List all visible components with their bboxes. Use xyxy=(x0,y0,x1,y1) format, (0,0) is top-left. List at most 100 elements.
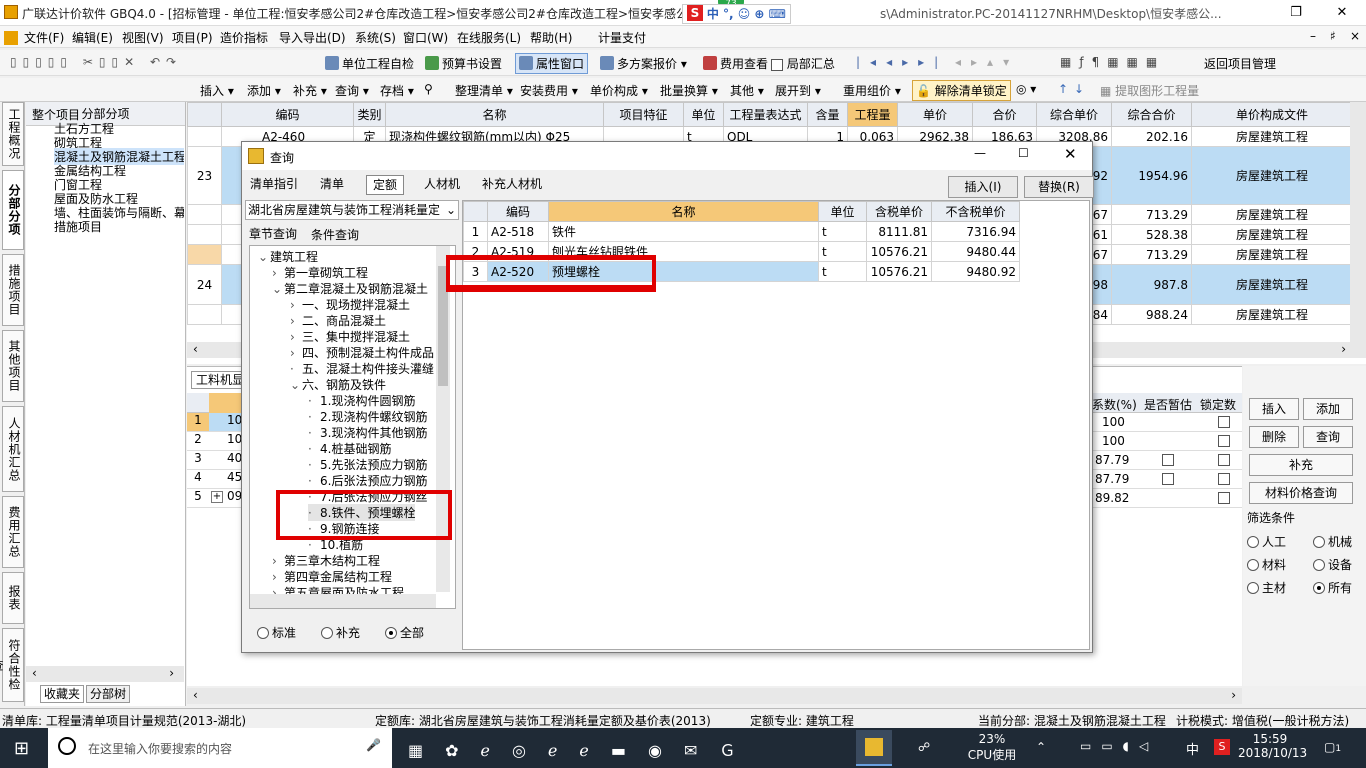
chevron-right-icon[interactable]: › xyxy=(272,570,284,584)
partial-summary-checkbox[interactable]: 局部汇总 xyxy=(771,55,835,72)
table-row[interactable]: 1 A2-518 铁件 t 8111.81 7316.94 xyxy=(463,221,1020,242)
up-down-arrows-icon[interactable]: ↑↓ xyxy=(1058,82,1090,96)
install-fee-menu[interactable]: 安装费用 ▾ xyxy=(520,82,578,99)
clock[interactable]: 15:59 2018/10/13 xyxy=(1238,732,1307,760)
tray-icons[interactable]: ▭▭◖◁ xyxy=(1080,739,1158,753)
filter-main-material-radio[interactable]: 主材 xyxy=(1247,579,1286,596)
back-to-project-button[interactable]: 返回项目管理 xyxy=(1204,55,1276,72)
tab-fee-summary[interactable]: 费用汇总 xyxy=(2,496,24,568)
menu-import-export[interactable]: 导入导出(D) xyxy=(279,29,346,46)
tab-favorites[interactable]: 收藏夹 xyxy=(40,685,85,703)
tab-compliance-check[interactable]: 符合性检查 xyxy=(0,628,24,702)
resource-add-button[interactable]: 添加 xyxy=(1303,398,1353,420)
tab-other-items[interactable]: 其他项目 xyxy=(2,330,24,402)
estimate-checkbox[interactable] xyxy=(1162,473,1174,485)
subtab-chapter-query[interactable]: 章节查询 xyxy=(249,225,297,242)
col-quota-unit[interactable]: 单位 xyxy=(818,201,867,222)
dialog-maximize-icon[interactable]: ☐ xyxy=(1018,146,1029,160)
filter-machine-radio[interactable]: 机械 xyxy=(1313,533,1352,550)
chapter-tree-item[interactable]: › 第四章金属结构工程 xyxy=(272,568,392,585)
tab-resource-display[interactable]: 工料机显 xyxy=(191,371,243,389)
menu-edit[interactable]: 编辑(E) xyxy=(72,29,113,46)
radio-supplement[interactable]: 补充 xyxy=(321,624,360,641)
resource-query-button[interactable]: 查询 xyxy=(1303,426,1353,448)
chapter-tree-item[interactable]: · 4.桩基础钢筋 xyxy=(308,440,391,457)
col-feature[interactable]: 项目特征 xyxy=(603,102,684,127)
save-menu[interactable]: 存档 ▾ xyxy=(380,82,414,99)
resource-insert-button[interactable]: 插入 xyxy=(1249,398,1299,420)
chevron-right-icon[interactable]: › xyxy=(272,554,284,568)
menu-window[interactable]: 窗口(W) xyxy=(403,29,448,46)
menu-project[interactable]: 项目(P) xyxy=(172,29,213,46)
locked-checkbox[interactable] xyxy=(1218,454,1230,466)
locked-checkbox[interactable] xyxy=(1218,492,1230,504)
col-coef[interactable]: 系数(%) xyxy=(1092,396,1137,413)
chevron-right-icon[interactable]: › xyxy=(290,314,302,328)
chapter-tree-item[interactable]: › 第三章木结构工程 xyxy=(272,552,380,569)
expand-to-menu[interactable]: 展开到 ▾ xyxy=(775,82,821,99)
scroll-left-icon[interactable]: ‹ xyxy=(32,666,37,680)
supplement-menu[interactable]: 补充 ▾ xyxy=(293,82,327,99)
move-arrows-icon[interactable]: ◂▸▴▾ xyxy=(955,55,1019,69)
price-structure-menu[interactable]: 单价构成 ▾ xyxy=(590,82,648,99)
tray-expand-icon[interactable]: ⌃ xyxy=(1036,740,1046,754)
reuse-group-menu[interactable]: 重用组价 ▾ xyxy=(843,82,901,99)
people-icon[interactable]: ☍ xyxy=(918,740,930,754)
tab-measures[interactable]: 措施项目 xyxy=(2,254,24,326)
chevron-right-icon[interactable]: › xyxy=(272,266,284,280)
tab-sub-items[interactable]: 分部分项 xyxy=(2,170,24,250)
color-menu[interactable]: ◎ ▾ xyxy=(1016,82,1036,96)
locked-checkbox[interactable] xyxy=(1218,416,1230,428)
main-vscrollbar[interactable] xyxy=(1350,102,1366,342)
chapter-tree-item[interactable]: › 一、现场搅拌混凝土 xyxy=(290,296,410,313)
menu-online[interactable]: 在线服务(L) xyxy=(457,29,521,46)
menu-file[interactable]: 文件(F) xyxy=(24,29,64,46)
chapter-tree-item[interactable]: · 5.先张法预应力钢筋 xyxy=(308,456,427,473)
chapter-tree-item[interactable]: › 二、商品混凝土 xyxy=(290,312,386,329)
menu-view[interactable]: 视图(V) xyxy=(122,29,164,46)
mdi-restore-icon[interactable]: ♯ xyxy=(1330,29,1336,43)
resource-delete-button[interactable]: 删除 xyxy=(1249,426,1299,448)
chapter-tree-item[interactable]: · 2.现浇构件螺纹钢筋 xyxy=(308,408,427,425)
locked-checkbox[interactable] xyxy=(1218,473,1230,485)
tab-report[interactable]: 报表 xyxy=(2,572,24,624)
menu-system[interactable]: 系统(S) xyxy=(355,29,396,46)
chapter-tree-item[interactable]: · 五、混凝土构件接头灌缝 xyxy=(290,360,434,377)
resource-hscrollbar[interactable]: ‹ › xyxy=(187,688,1242,704)
col-estimate[interactable]: 是否暂估 xyxy=(1144,396,1192,413)
chevron-down-icon[interactable]: ⌄ xyxy=(290,378,302,392)
microphone-icon[interactable]: 🎤 xyxy=(366,738,381,752)
chevron-down-icon[interactable]: ⌄ xyxy=(258,250,270,264)
filter-equipment-radio[interactable]: 设备 xyxy=(1313,556,1352,573)
extract-graphic-button[interactable]: ▦ 提取图形工程量 xyxy=(1100,82,1199,99)
col-unit-price[interactable]: 单价 xyxy=(897,102,973,127)
chapter-tree-item[interactable]: ⌄ 建筑工程 xyxy=(258,248,318,265)
tab-labor-material[interactable]: 人材机 xyxy=(418,175,466,195)
menu-measure-pay[interactable]: 计量支付 xyxy=(598,29,646,46)
chapter-tree-item[interactable]: ⌄ 第二章混凝土及钢筋混凝土 xyxy=(272,280,428,297)
scroll-left-icon[interactable]: ‹ xyxy=(193,688,198,702)
col-unit[interactable]: 单位 xyxy=(683,102,724,127)
mdi-close-icon[interactable]: × xyxy=(1350,29,1360,43)
dialog-close-icon[interactable]: ✕ xyxy=(1064,145,1077,163)
format-tools-icon[interactable]: ▦ƒ¶▦▦▦ xyxy=(1060,55,1165,69)
col-expr[interactable]: 工程量表达式 xyxy=(723,102,808,127)
chevron-right-icon[interactable]: › xyxy=(290,330,302,344)
col-quota-notax-price[interactable]: 不含税单价 xyxy=(931,201,1020,222)
chapter-tree-item[interactable]: › 四、预制混凝土构件成品 xyxy=(290,344,434,361)
unlock-list-button[interactable]: 🔓 解除清单锁定 xyxy=(912,80,1011,101)
mdi-minimize-icon[interactable]: – xyxy=(1310,29,1316,43)
library-select[interactable]: 湖北省房屋建筑与装饰工程消耗量定 ⌄ xyxy=(245,200,459,220)
chapter-tree-item[interactable]: › 第一章砌筑工程 xyxy=(272,264,368,281)
binoculars-icon[interactable]: ⚲ xyxy=(424,82,433,96)
col-quantity[interactable]: 工程量 xyxy=(847,102,898,127)
filter-material-radio[interactable]: 材料 xyxy=(1247,556,1286,573)
col-quota-name[interactable]: 名称 xyxy=(548,201,819,222)
add-menu[interactable]: 添加 ▾ xyxy=(247,82,281,99)
col-content[interactable]: 含量 xyxy=(807,102,848,127)
filter-all-radio[interactable]: 所有 xyxy=(1313,579,1352,596)
subtab-condition-query[interactable]: 条件查询 xyxy=(311,226,359,243)
self-check-button[interactable]: 单位工程自检 xyxy=(325,55,414,72)
chapter-tree-item[interactable]: › 三、集中搅拌混凝土 xyxy=(290,328,410,345)
col-type[interactable]: 类别 xyxy=(353,102,386,127)
